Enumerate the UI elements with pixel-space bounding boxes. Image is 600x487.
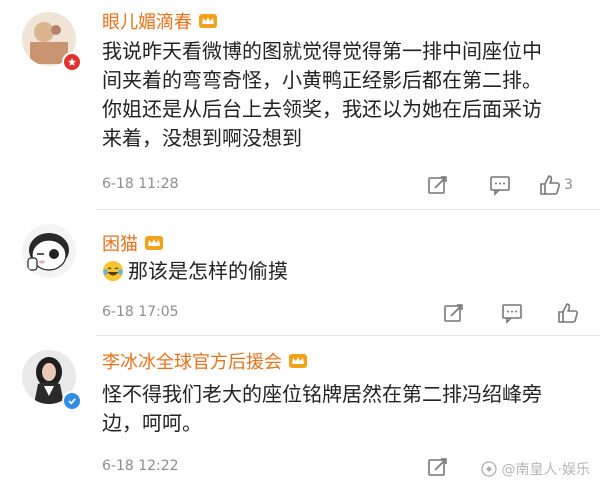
crown-icon <box>289 354 307 368</box>
username[interactable]: 眼儿媚滴春 <box>102 8 218 34</box>
comment-text: 我说昨天看微博的图就觉得觉得第一排中间座位中 间夹着的弯弯奇怪，小黄鸭正经影后都… <box>102 37 542 153</box>
like-button[interactable]: 3 <box>538 170 573 200</box>
username-label[interactable]: 眼儿媚滴春 <box>102 8 192 34</box>
username-label[interactable]: 李冰冰全球官方后援会 <box>102 348 282 374</box>
comment-button[interactable] <box>482 170 518 200</box>
comment-line: 边，呵呵。 <box>102 411 202 435</box>
thumbs-up-icon <box>558 303 578 323</box>
avatar[interactable] <box>22 224 76 278</box>
like-button[interactable] <box>550 298 586 328</box>
watermark-logo-icon <box>480 461 497 477</box>
timestamp: 6-18 11:28 <box>102 176 179 192</box>
comment-icon <box>490 176 510 196</box>
repost-button[interactable] <box>420 170 456 200</box>
timestamp: 6-18 12:22 <box>102 458 179 474</box>
comment-line: 来着，没想到啊没想到 <box>102 126 302 150</box>
comment-icon <box>502 304 522 324</box>
comment-button[interactable] <box>494 298 530 328</box>
timestamp: 6-18 17:05 <box>102 304 179 320</box>
watermark: @南皇人·娱乐 <box>480 459 590 479</box>
repost-icon <box>444 304 463 322</box>
repost-button[interactable] <box>420 452 456 482</box>
comment-text: 怪不得我们老大的座位铭牌居然在第二排冯绍峰旁 边，呵呵。 <box>102 380 542 438</box>
comment-2: 困猫 那该是怎样的偷摸 6-18 17:05 <box>0 210 600 335</box>
crown-icon <box>199 14 217 28</box>
verified-badge-icon <box>62 52 82 72</box>
comment-text: 那该是怎样的偷摸 <box>102 257 288 286</box>
action-bar <box>436 298 586 328</box>
username[interactable]: 困猫 <box>102 230 164 256</box>
verified-badge-icon <box>62 391 82 411</box>
thumbs-up-icon <box>540 175 560 195</box>
comment-3: 李冰冰全球官方后援会 怪不得我们老大的座位铭牌居然在第二排冯绍峰旁 边，呵呵。 … <box>0 336 600 487</box>
crown-icon <box>145 236 163 250</box>
username[interactable]: 李冰冰全球官方后援会 <box>102 348 308 374</box>
comment-line: 怪不得我们老大的座位铭牌居然在第二排冯绍峰旁 <box>102 382 542 406</box>
comment-line: 间夹着的弯弯奇怪，小黄鸭正经影后都在第二排。 <box>102 68 542 92</box>
repost-icon <box>428 176 447 194</box>
repost-icon <box>428 458 447 476</box>
laugh-cry-emoji-icon <box>103 261 123 281</box>
comment-line: 你姐还是从后台上去领奖，我还以为她在后面采访 <box>102 97 542 121</box>
comment-1: 眼儿媚滴春 我说昨天看微博的图就觉得觉得第一排中间座位中 间夹着的弯弯奇怪，小黄… <box>0 0 600 210</box>
action-bar: 3 <box>420 170 573 200</box>
action-bar <box>420 452 456 482</box>
comment-line: 那该是怎样的偷摸 <box>128 259 288 283</box>
repost-button[interactable] <box>436 298 472 328</box>
like-count: 3 <box>564 177 573 193</box>
watermark-text: @南皇人·娱乐 <box>501 462 590 478</box>
comment-line: 我说昨天看微博的图就觉得觉得第一排中间座位中 <box>102 39 542 63</box>
username-label[interactable]: 困猫 <box>102 230 138 256</box>
